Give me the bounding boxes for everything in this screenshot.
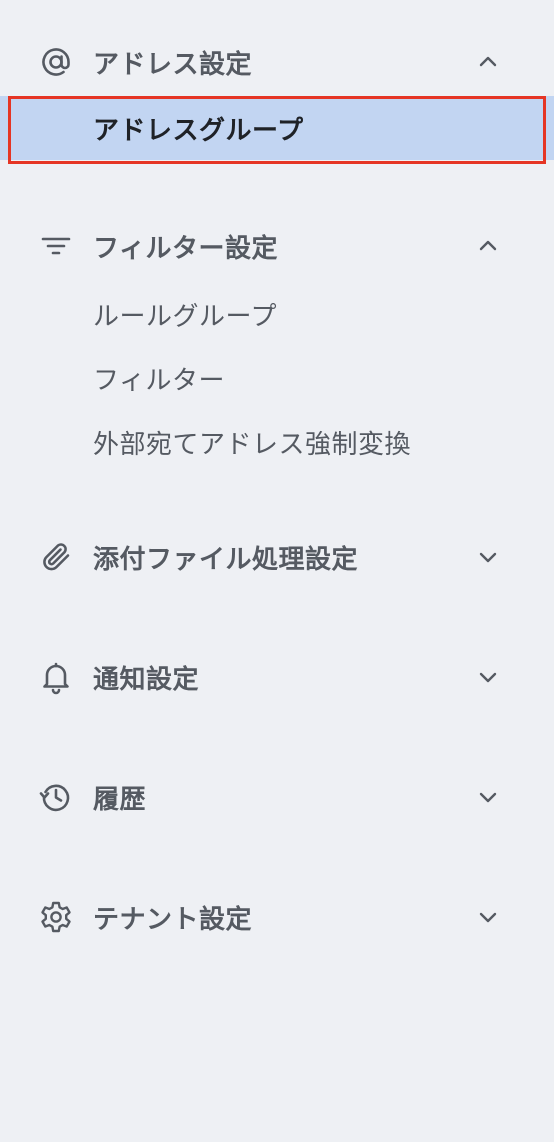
chevron-up-icon[interactable] bbox=[474, 232, 502, 260]
section-label: 通知設定 bbox=[93, 664, 200, 695]
section-tenant-settings[interactable]: テナント設定 bbox=[0, 893, 554, 941]
sidebar-item-filter[interactable]: フィルター bbox=[0, 354, 554, 402]
sidebar-item-rule-group[interactable]: ルールグループ bbox=[0, 290, 554, 338]
section-notification-settings[interactable]: 通知設定 bbox=[0, 653, 554, 701]
sidebar-item-label: ルールグループ bbox=[93, 301, 277, 332]
at-sign-icon bbox=[38, 44, 74, 80]
bell-icon bbox=[38, 659, 74, 695]
filter-icon bbox=[38, 228, 74, 264]
section-address-settings[interactable]: アドレス設定 bbox=[0, 38, 554, 86]
section-label: テナント設定 bbox=[93, 904, 253, 935]
paperclip-icon bbox=[38, 539, 74, 575]
history-icon bbox=[38, 779, 74, 815]
sidebar-item-label: フィルター bbox=[93, 365, 225, 396]
section-history[interactable]: 履歴 bbox=[0, 773, 554, 821]
sidebar-item-label: アドレスグループ bbox=[93, 115, 304, 146]
section-label: 履歴 bbox=[93, 784, 147, 815]
sidebar-item-external-address-conversion[interactable]: 外部宛てアドレス強制変換 bbox=[0, 418, 554, 466]
chevron-down-icon[interactable] bbox=[474, 903, 502, 931]
chevron-down-icon[interactable] bbox=[474, 663, 502, 691]
chevron-down-icon[interactable] bbox=[474, 783, 502, 811]
gear-icon bbox=[38, 899, 74, 935]
section-label: フィルター設定 bbox=[93, 233, 278, 264]
section-filter-settings[interactable]: フィルター設定 bbox=[0, 222, 554, 270]
sidebar-item-address-group[interactable]: アドレスグループ bbox=[0, 96, 554, 160]
section-label: 添付ファイル処理設定 bbox=[93, 544, 359, 575]
section-attachment-settings[interactable]: 添付ファイル処理設定 bbox=[0, 533, 554, 581]
section-label: アドレス設定 bbox=[93, 49, 253, 80]
settings-sidebar: アドレス設定 アドレスグループ フィルター設定 ルールグループ フィルター 外部… bbox=[0, 0, 554, 1142]
chevron-down-icon[interactable] bbox=[474, 543, 502, 571]
chevron-up-icon[interactable] bbox=[474, 48, 502, 76]
sidebar-item-label: 外部宛てアドレス強制変換 bbox=[93, 429, 412, 460]
